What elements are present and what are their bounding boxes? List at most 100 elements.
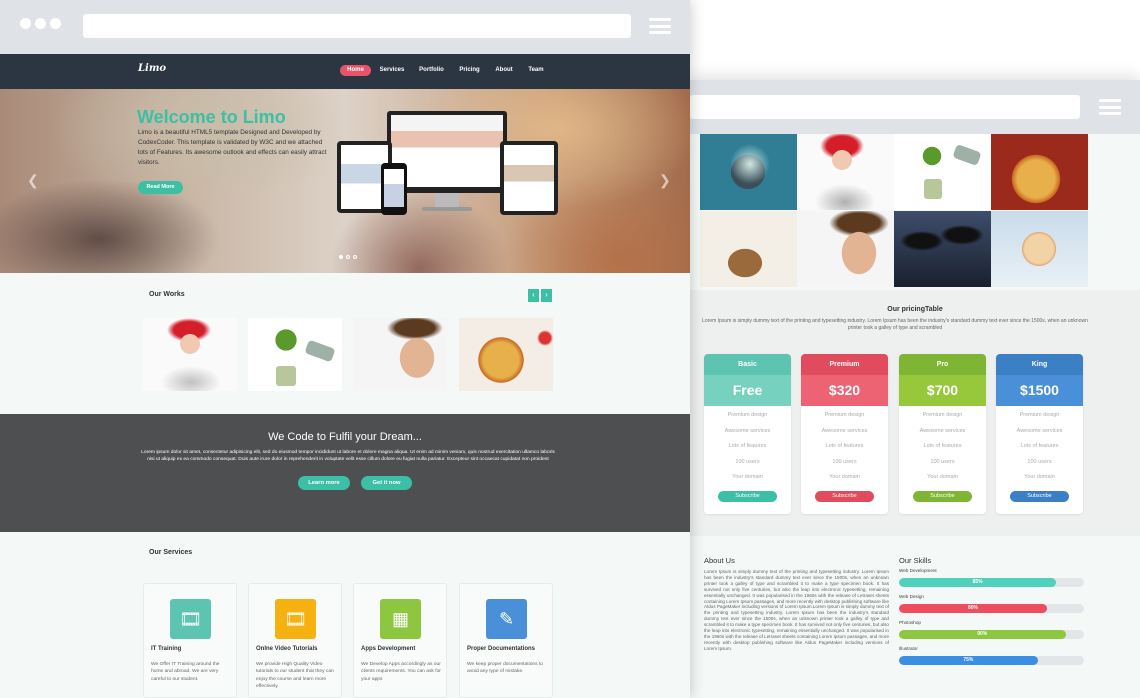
works-prev-icon[interactable]: ‹ bbox=[528, 289, 539, 302]
work-image-money-tree[interactable] bbox=[248, 318, 342, 391]
read-more-button[interactable]: Read More bbox=[138, 181, 183, 194]
work-image-pizza[interactable] bbox=[459, 318, 553, 391]
plan-name: Premium bbox=[801, 354, 888, 375]
preview-window-secondary: Our pricingTable Lorem Ipsum is simply d… bbox=[690, 80, 1140, 698]
work-image-man[interactable] bbox=[353, 318, 447, 391]
plan-feature: Premium design bbox=[1019, 412, 1060, 418]
skill-progress-bar: 90% bbox=[899, 630, 1084, 639]
plan-feature: Lots of features bbox=[1020, 443, 1059, 449]
service-title: Proper Documentations bbox=[467, 646, 536, 652]
service-card[interactable]: 🎞 IT Training We Offer IT Training around … bbox=[143, 583, 237, 698]
portfolio-image-bowl[interactable] bbox=[700, 211, 797, 287]
slider-dot[interactable] bbox=[353, 255, 357, 259]
skill-progress-fill: 85% bbox=[899, 578, 1057, 587]
skill-progress-fill: 90% bbox=[899, 630, 1066, 639]
window-dot-icon bbox=[50, 18, 61, 29]
pricing-description: Lorem Ipsum is simply dummy text of the … bbox=[702, 318, 1088, 331]
service-card[interactable]: ▦ Apps Development We Develop Apps accordi… bbox=[353, 583, 447, 698]
slider-dot-active[interactable] bbox=[339, 255, 343, 259]
plan-feature: Awesome services bbox=[919, 427, 966, 434]
plan-feature: Awesome services bbox=[724, 427, 771, 434]
plan-feature: Your domain bbox=[927, 474, 958, 480]
slider-prev-icon[interactable]: ❮ bbox=[27, 172, 39, 189]
subscribe-button[interactable]: Subscribe bbox=[718, 490, 777, 502]
cta-title: We Code to Fulfil your Dream... bbox=[268, 431, 422, 443]
cta-text: Lorem ipsum dolor sit amet, consectetur … bbox=[141, 450, 555, 462]
plan-feature: Premium design bbox=[824, 412, 865, 418]
get-it-now-button[interactable]: Get it now bbox=[361, 476, 412, 490]
address-bar[interactable] bbox=[690, 95, 1080, 119]
learn-more-button[interactable]: Learn more bbox=[298, 476, 350, 490]
service-card[interactable]: 🎞 Onlne Video Tutorials We provide High Qu… bbox=[248, 583, 342, 698]
window-dot-icon bbox=[20, 18, 31, 29]
nav-pricing[interactable]: Pricing bbox=[456, 65, 483, 76]
portfolio-image-plate[interactable] bbox=[700, 134, 797, 210]
plan-name: Pro bbox=[899, 354, 986, 375]
devices-illustration bbox=[337, 111, 559, 231]
service-text: We Develop Apps accordingly as our clien… bbox=[361, 662, 441, 682]
subscribe-button[interactable]: Subscribe bbox=[913, 490, 972, 502]
plan-feature: Lots of features bbox=[825, 443, 864, 449]
apps-grid-icon: ▦ bbox=[380, 599, 421, 639]
skill-progress-bar: 85% bbox=[899, 578, 1084, 587]
plan-feature: Your domain bbox=[732, 474, 763, 480]
address-bar[interactable] bbox=[83, 14, 631, 38]
pricing-card: King $1500 Premium design Awesome services L… bbox=[996, 354, 1083, 514]
portfolio-image-dessert[interactable] bbox=[991, 211, 1088, 287]
plan-feature: Awesome services bbox=[1016, 427, 1063, 434]
portfolio-image-money-tree[interactable] bbox=[894, 134, 991, 210]
nav-team[interactable]: Team bbox=[525, 65, 547, 76]
hero-text: Limo is a beautiful HTML5 template Desig… bbox=[138, 129, 327, 166]
plan-feature: Premium design bbox=[922, 412, 963, 418]
skill-label: Web Development bbox=[899, 568, 937, 573]
skills-title: Our Skills bbox=[899, 556, 932, 565]
work-image-santa[interactable] bbox=[143, 318, 237, 391]
plan-feature: 100 users bbox=[930, 458, 955, 465]
works-next-icon[interactable]: › bbox=[541, 289, 552, 302]
skill-progress-fill: 75% bbox=[899, 656, 1038, 665]
slider-dot[interactable] bbox=[346, 255, 350, 259]
works-title: Our Works bbox=[149, 291, 185, 298]
nav-home[interactable]: Home bbox=[340, 65, 371, 76]
plan-feature: 100 users bbox=[832, 458, 857, 465]
portfolio-image-umbrellas[interactable] bbox=[894, 211, 991, 287]
film-icon: 🎞 bbox=[275, 599, 316, 639]
subscribe-button[interactable]: Subscribe bbox=[1010, 490, 1069, 502]
portfolio-image-man[interactable] bbox=[797, 211, 894, 287]
skill-progress-bar: 75% bbox=[899, 656, 1084, 665]
plan-feature: Lots of features bbox=[728, 443, 767, 449]
portfolio-image-santa[interactable] bbox=[797, 134, 894, 210]
service-text: We Offer IT Training around the home and… bbox=[151, 662, 220, 682]
plan-feature: 100 users bbox=[1027, 458, 1052, 465]
subscribe-button[interactable]: Subscribe bbox=[815, 490, 874, 502]
plan-price: $320 bbox=[801, 375, 888, 406]
film-icon: 🎞 bbox=[170, 599, 211, 639]
menu-icon[interactable] bbox=[649, 18, 671, 34]
nav-portfolio[interactable]: Portfolio bbox=[416, 65, 447, 76]
edit-icon: ✎ bbox=[486, 599, 527, 639]
plan-feature: Your domain bbox=[1024, 474, 1055, 480]
skill-label: Web Design bbox=[899, 594, 924, 599]
service-text: We keep proper documentations to avoid a… bbox=[467, 662, 544, 675]
service-text: We provide High Quality Video tutorials … bbox=[256, 662, 334, 689]
plan-feature: 100 users bbox=[735, 458, 760, 465]
pricing-card: Pro $700 Premium design Awesome services Lot… bbox=[899, 354, 986, 514]
nav-about[interactable]: About bbox=[492, 65, 516, 76]
preview-window-main: Limo Home Services Portfolio Pricing Abo… bbox=[0, 0, 690, 698]
hero-slider bbox=[0, 89, 690, 273]
menu-icon[interactable] bbox=[1099, 99, 1121, 115]
service-card[interactable]: ✎ Proper Documentations We keep proper doc… bbox=[459, 583, 553, 698]
service-title: Onlne Video Tutorials bbox=[256, 646, 318, 652]
slider-next-icon[interactable]: ❯ bbox=[659, 172, 671, 189]
skill-progress-fill: 80% bbox=[899, 604, 1047, 613]
services-title: Our Services bbox=[149, 549, 193, 556]
portfolio-image-pizza[interactable] bbox=[991, 134, 1088, 210]
skill-label: Illustrator bbox=[899, 646, 918, 651]
window-dot-icon bbox=[35, 18, 46, 29]
nav-services[interactable]: Services bbox=[377, 65, 407, 76]
service-title: Apps Development bbox=[361, 646, 416, 652]
skill-progress-bar: 80% bbox=[899, 604, 1084, 613]
plan-name: Basic bbox=[704, 354, 791, 375]
logo[interactable]: Limo bbox=[138, 63, 166, 74]
plan-feature: Your domain bbox=[829, 474, 860, 480]
